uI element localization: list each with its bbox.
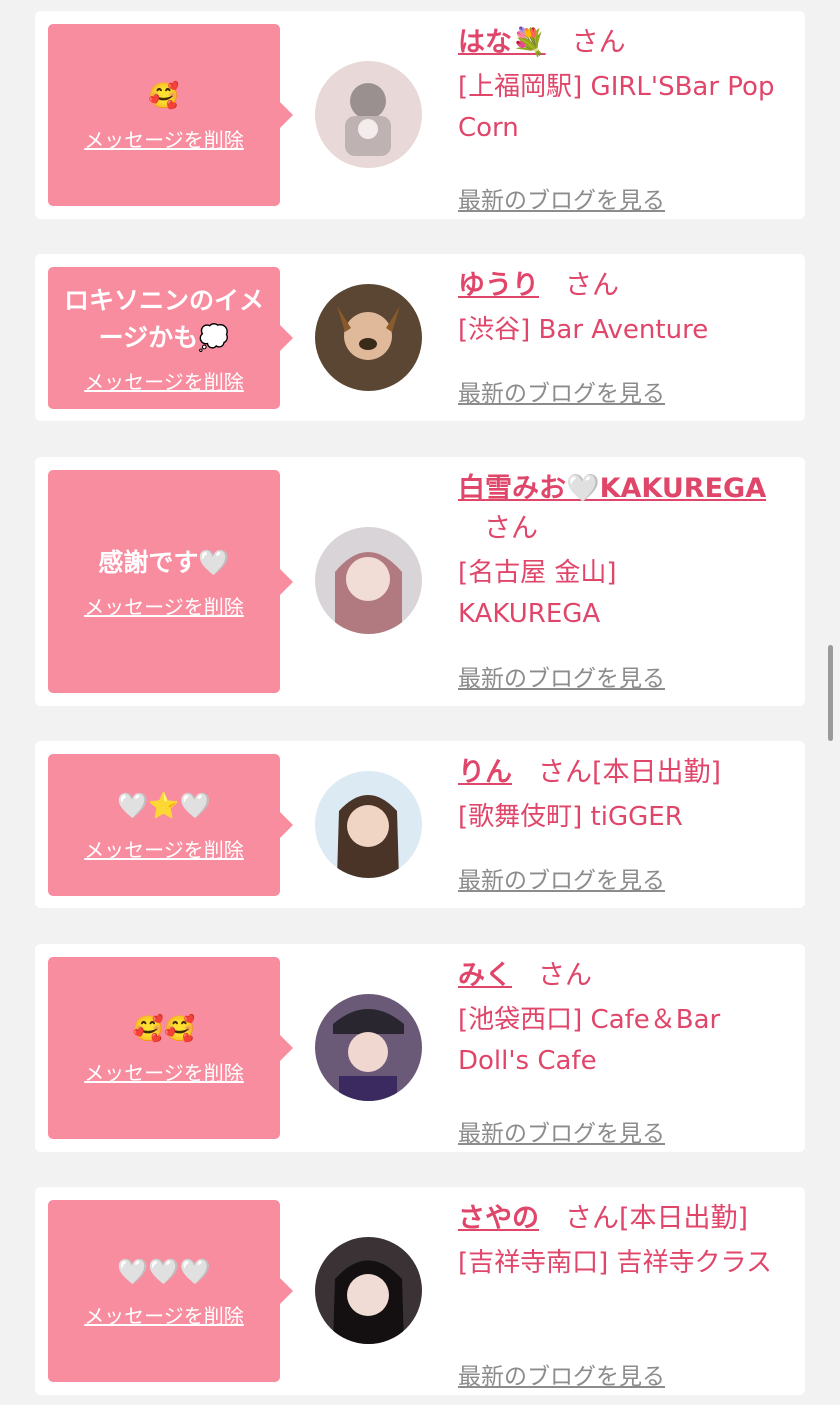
cast-name-link[interactable]: はな💐: [458, 27, 546, 58]
shop-name: [名古屋 金山] KAKUREGA: [458, 558, 617, 629]
message-text: 感謝です🤍: [98, 547, 230, 577]
message-bubble: 感謝です🤍 メッセージを削除: [48, 470, 293, 693]
shop-name: [上福岡駅] GIRL'SBar Pop Corn: [458, 72, 775, 143]
message-card: 🤍⭐🤍 メッセージを削除 りん さん[本日出勤] [歌舞伎町] tiGGER 最新…: [35, 741, 805, 908]
message-text: 🤍🤍🤍: [117, 1257, 211, 1286]
shop-name: [吉祥寺南口] 吉祥寺クラス: [458, 1248, 773, 1278]
delete-message-link[interactable]: メッセージを削除: [84, 834, 244, 863]
message-bubble: 🥰 メッセージを削除: [48, 24, 293, 206]
message-bubble: 🥰🥰 メッセージを削除: [48, 957, 293, 1139]
message-bubble: 🤍🤍🤍 メッセージを削除: [48, 1200, 293, 1382]
avatar[interactable]: [315, 994, 422, 1101]
cast-info: ゆうり さん [渋谷] Bar Aventure 最新のブログを見る: [458, 266, 788, 407]
name-line: りん さん[本日出勤]: [458, 753, 788, 793]
message-text: 🤍⭐🤍: [117, 791, 211, 820]
cast-name-link[interactable]: みく: [458, 960, 512, 991]
latest-blog-link[interactable]: 最新のブログを見る: [458, 861, 665, 895]
delete-message-link[interactable]: メッセージを削除: [84, 1300, 244, 1329]
delete-message-link[interactable]: メッセージを削除: [84, 124, 244, 153]
message-text: 🥰: [148, 81, 180, 110]
latest-blog-link[interactable]: 最新のブログを見る: [458, 1357, 665, 1391]
message-card: 感謝です🤍 メッセージを削除 白雪みお🤍KAKUREGA さん [名古屋 金山] …: [35, 457, 805, 706]
cast-name-link[interactable]: ゆうり: [458, 270, 539, 301]
honorific: さん[本日出勤]: [565, 1203, 749, 1234]
name-line: 白雪みお🤍KAKUREGA さん: [458, 469, 788, 549]
latest-blog-link[interactable]: 最新のブログを見る: [458, 181, 665, 215]
message-card: 🥰 メッセージを削除 はな💐 さん [上福岡駅] GIRL'SBar Pop Co…: [35, 11, 805, 219]
avatar[interactable]: [315, 1237, 422, 1344]
cast-info: 白雪みお🤍KAKUREGA さん [名古屋 金山] KAKUREGA 最新のブログ…: [458, 469, 788, 692]
scrollbar[interactable]: [828, 645, 833, 741]
shop-name: [歌舞伎町] tiGGER: [458, 802, 683, 832]
cast-name-link[interactable]: さやの: [458, 1203, 539, 1234]
cast-info: りん さん[本日出勤] [歌舞伎町] tiGGER 最新のブログを見る: [458, 753, 788, 894]
avatar[interactable]: [315, 61, 422, 168]
cast-name-link[interactable]: りん: [458, 757, 512, 788]
honorific: さん[本日出勤]: [538, 757, 722, 788]
message-card: 🤍🤍🤍 メッセージを削除 さやの さん[本日出勤] [吉祥寺南口] 吉祥寺クラス …: [35, 1187, 805, 1395]
honorific: さん: [538, 960, 592, 991]
latest-blog-link[interactable]: 最新のブログを見る: [458, 374, 665, 408]
honorific: さん: [484, 513, 538, 544]
message-card: 🥰🥰 メッセージを削除 みく さん [池袋西口] Cafe＆Bar Doll's …: [35, 944, 805, 1152]
name-line: ゆうり さん: [458, 266, 788, 306]
honorific: さん: [571, 27, 626, 58]
message-bubble: 🤍⭐🤍 メッセージを削除: [48, 754, 293, 896]
message-card: ロキソニンのイメージかも💭 メッセージを削除 ゆうり さん [渋谷] Bar Av…: [35, 254, 805, 421]
name-line: さやの さん[本日出勤]: [458, 1199, 788, 1239]
shop-name: [池袋西口] Cafe＆Bar Doll's Cafe: [458, 1005, 721, 1076]
name-line: みく さん: [458, 956, 788, 996]
cast-info: みく さん [池袋西口] Cafe＆Bar Doll's Cafe 最新のブログを…: [458, 956, 788, 1147]
latest-blog-link[interactable]: 最新のブログを見る: [458, 659, 665, 693]
message-text: ロキソニンのイメージかも💭: [63, 285, 264, 352]
honorific: さん: [565, 270, 619, 301]
latest-blog-link[interactable]: 最新のブログを見る: [458, 1114, 665, 1148]
delete-message-link[interactable]: メッセージを削除: [84, 591, 244, 620]
avatar[interactable]: [315, 527, 422, 634]
name-line: はな💐 さん: [458, 23, 788, 63]
delete-message-link[interactable]: メッセージを削除: [84, 1057, 244, 1086]
avatar[interactable]: [315, 284, 422, 391]
shop-name: [渋谷] Bar Aventure: [458, 315, 709, 345]
cast-name-link[interactable]: 白雪みお🤍KAKUREGA: [458, 473, 766, 504]
cast-info: さやの さん[本日出勤] [吉祥寺南口] 吉祥寺クラス 最新のブログを見る: [458, 1199, 788, 1390]
delete-message-link[interactable]: メッセージを削除: [84, 366, 244, 395]
cast-info: はな💐 さん [上福岡駅] GIRL'SBar Pop Corn 最新のブログを見…: [458, 23, 788, 214]
message-bubble: ロキソニンのイメージかも💭 メッセージを削除: [48, 267, 293, 409]
avatar[interactable]: [315, 771, 422, 878]
message-text: 🥰🥰: [132, 1014, 196, 1043]
